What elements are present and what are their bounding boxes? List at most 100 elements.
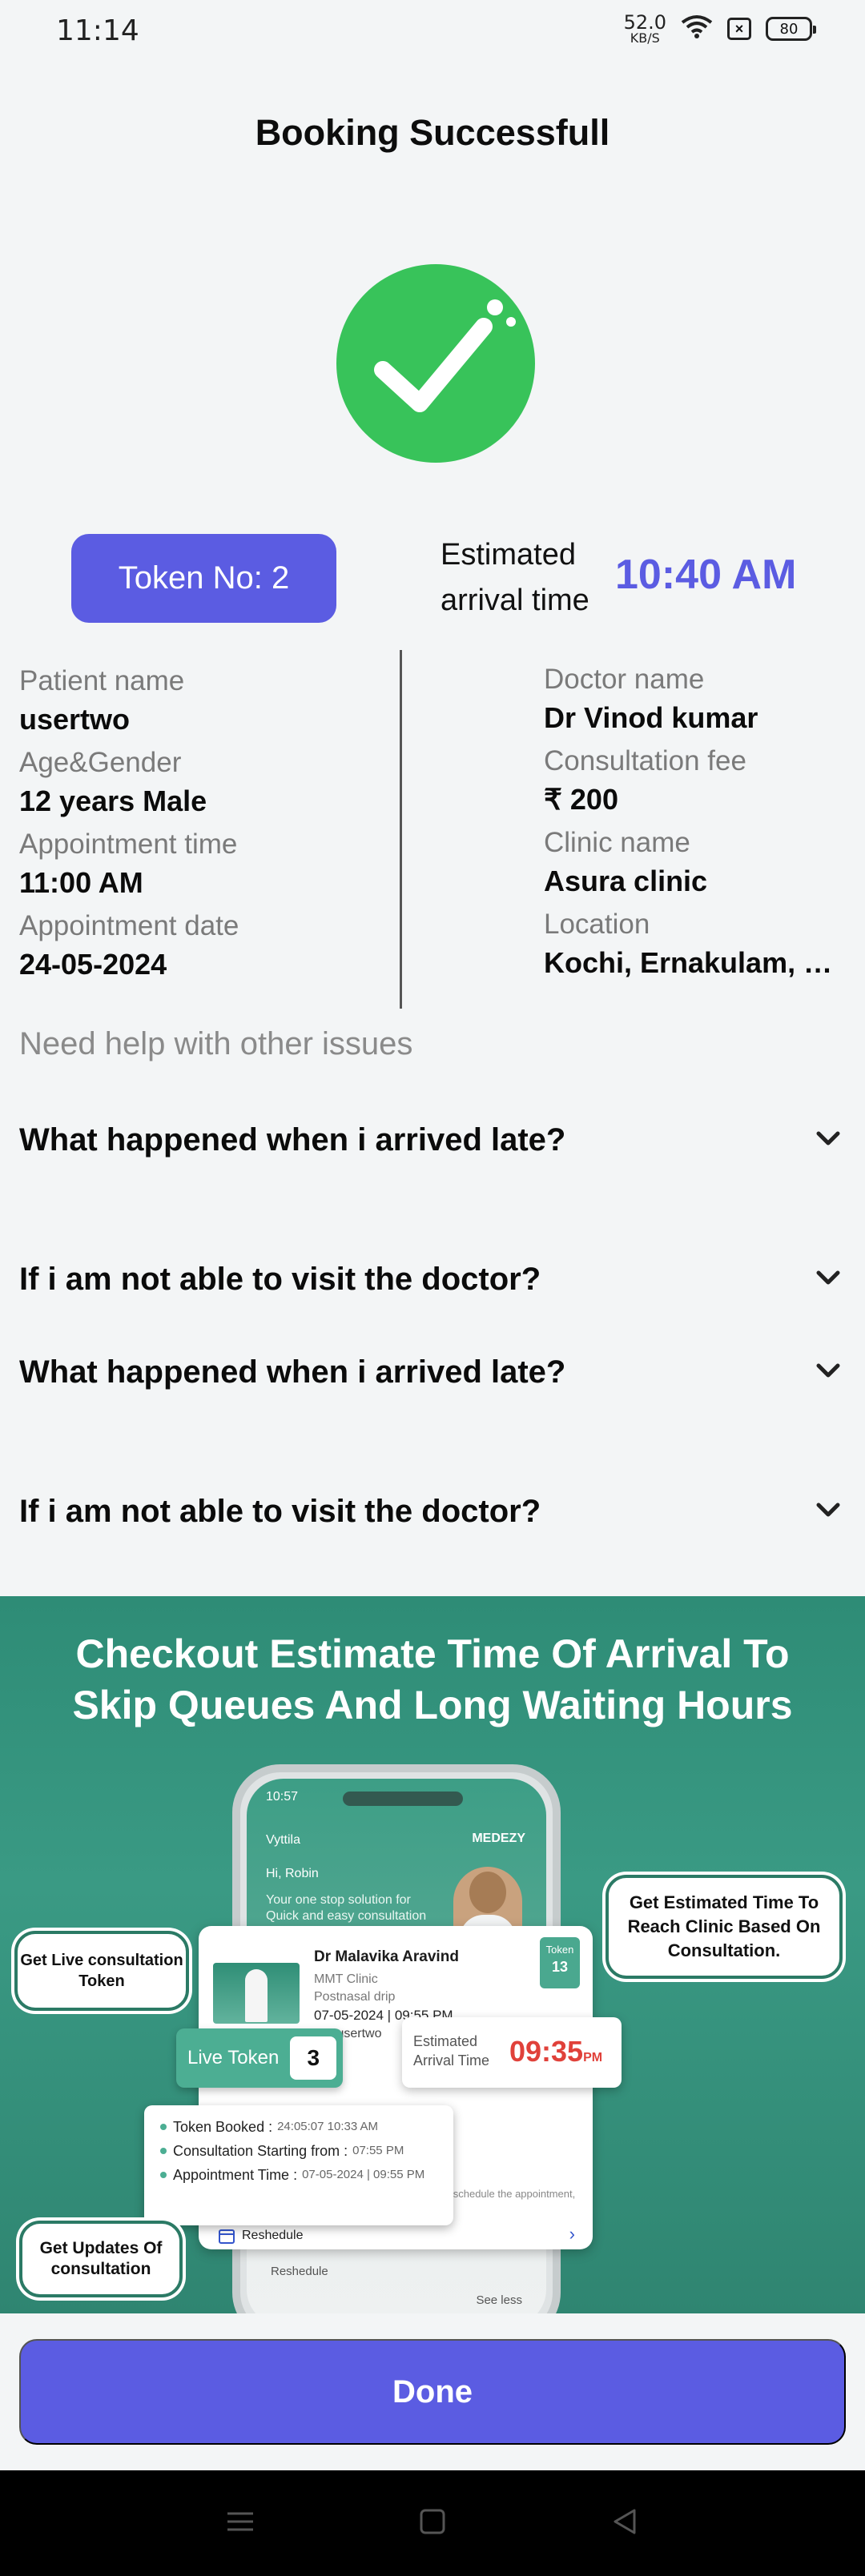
chevron-right-icon: › — [569, 2224, 575, 2244]
card-token-label: Token — [545, 1944, 574, 1956]
detail-label: Appointment date — [19, 910, 239, 941]
detail-label: Consultation fee — [544, 745, 746, 776]
detail-value: 12 years Male — [19, 784, 207, 817]
faq-question: What happened when i arrived late? — [19, 1122, 566, 1158]
detail-label: Appointment time — [19, 829, 238, 860]
callout-live-token: Get Live consultation Token — [14, 1931, 189, 2011]
page-title: Booking Successfull — [255, 112, 610, 153]
callout-eta: Get Estimated Time To Reach Clinic Based… — [606, 1875, 843, 1979]
card-token-badge: Token 13 — [540, 1937, 580, 1988]
detail-value: usertwo — [19, 703, 131, 736]
network-speed: 52.0 KB/S — [624, 13, 666, 45]
detail-value: Asura clinic — [544, 865, 708, 897]
done-button[interactable]: Done — [19, 2339, 846, 2445]
phone-notch — [343, 1792, 463, 1806]
timeline-value: 07:55 PM — [352, 2144, 404, 2157]
banner-headline-line2: Skip Queues And Long Waiting Hours — [72, 1683, 793, 1727]
patient-name-row: Patient name usertwo — [19, 663, 388, 740]
faq-question: What happened when i arrived late? — [19, 1354, 566, 1390]
battery-icon: 80 — [766, 17, 816, 41]
faq-item[interactable]: If i am not able to visit the doctor? — [19, 1260, 846, 1299]
callout-updates: Get Updates Of consultation — [19, 2221, 183, 2297]
detail-value: Kochi, Ernakulam, K… — [544, 946, 848, 979]
success-check-icon — [336, 264, 535, 463]
bullet-icon — [160, 2124, 167, 2130]
location-row: Location Kochi, Ernakulam, K… — [544, 906, 848, 983]
appointment-date-row: Appointment date 24-05-2024 — [19, 908, 388, 985]
status-time: 11:14 — [56, 14, 139, 47]
eta-card: Estimated Arrival Time 09:35PM — [402, 2017, 622, 2088]
banner-headline-line1: Checkout Estimate Time Of Arrival To — [75, 1631, 790, 1676]
clinic-name-row: Clinic name Asura clinic — [544, 825, 848, 901]
eta-label: Estimated arrival time — [441, 538, 589, 617]
phone-time: 10:57 — [266, 1790, 299, 1804]
detail-value: Dr Vinod kumar — [544, 701, 758, 734]
timeline-item: Token Booked : 24:05:07 10:33 AM — [160, 2115, 453, 2139]
card-doctor-name: Dr Malavika Aravind — [314, 1948, 459, 1965]
status-icons: 52.0 KB/S × 80 — [624, 13, 816, 45]
timeline-value: 24:05:07 10:33 AM — [277, 2120, 379, 2133]
calendar-icon — [219, 2229, 235, 2244]
live-token-label: Live Token — [187, 2047, 280, 2068]
detail-label: Age&Gender — [19, 747, 182, 778]
faq-item[interactable]: If i am not able to visit the doctor? — [19, 1492, 846, 1531]
phone-tagline: Your one stop solution for Quick and eas… — [266, 1893, 427, 1923]
detail-label: Doctor name — [544, 664, 705, 695]
phone-greeting: Hi, Robin — [266, 1867, 319, 1880]
timeline-label: Token Booked : — [173, 2119, 273, 2135]
appointment-time-row: Appointment time 11:00 AM — [19, 826, 388, 903]
faq-item[interactable]: What happened when i arrived late? — [19, 1121, 846, 1160]
phone-brand-logo: MEDEZY — [472, 1832, 525, 1845]
wifi-icon — [681, 14, 713, 44]
home-icon[interactable] — [415, 2504, 450, 2543]
detail-value: ₹ 200 — [544, 783, 618, 816]
timeline-label: Appointment Time : — [173, 2167, 298, 2183]
banner-headline: Checkout Estimate Time Of Arrival To Ski… — [0, 1628, 865, 1731]
chevron-down-icon[interactable] — [811, 1260, 846, 1299]
chevron-down-icon[interactable] — [811, 1492, 846, 1531]
booking-details-right: Doctor name Dr Vinod kumar Consultation … — [544, 661, 848, 988]
token-number-badge: Token No: 2 — [71, 534, 336, 623]
doctor-name-row: Doctor name Dr Vinod kumar — [544, 661, 848, 738]
detail-value: 24-05-2024 — [19, 948, 167, 981]
timeline-card: Token Booked : 24:05:07 10:33 AM Consulta… — [144, 2105, 453, 2225]
detail-label: Patient name — [19, 665, 185, 696]
phone-see-less: See less — [476, 2293, 522, 2307]
card-token-number: 13 — [551, 1959, 569, 1975]
detail-value: 11:00 AM — [19, 866, 143, 899]
chevron-down-icon[interactable] — [811, 1353, 846, 1392]
detail-label: Location — [544, 909, 650, 940]
details-divider — [400, 650, 402, 1009]
consultation-fee-row: Consultation fee ₹ 200 — [544, 743, 848, 820]
age-gender-row: Age&Gender 12 years Male — [19, 744, 388, 821]
menu-icon[interactable] — [223, 2504, 258, 2543]
bullet-icon — [160, 2148, 167, 2154]
booking-details-left: Patient name usertwo Age&Gender 12 years… — [19, 663, 388, 989]
faq-question: If i am not able to visit the doctor? — [19, 1262, 541, 1297]
back-icon[interactable] — [607, 2504, 642, 2543]
live-token-badge: Live Token 3 — [176, 2028, 343, 2088]
help-section-title: Need help with other issues — [19, 1026, 413, 1061]
timeline-value: 07-05-2024 | 09:55 PM — [302, 2168, 425, 2181]
phone-location: Vyttila — [266, 1833, 300, 1847]
eta-card-value: 09:35PM — [509, 2035, 602, 2068]
card-clinic: MMT Clinic — [314, 1972, 378, 1986]
no-sim-icon: × — [727, 18, 751, 40]
faq-item[interactable]: What happened when i arrived late? — [19, 1353, 846, 1392]
card-reschedule-label: Reshedule — [242, 2229, 304, 2242]
eta-card-label: Estimated Arrival Time — [413, 2033, 490, 2068]
system-nav-bar — [0, 2470, 865, 2576]
timeline-label: Consultation Starting from : — [173, 2143, 348, 2159]
eta-promo-banner[interactable]: Checkout Estimate Time Of Arrival To Ski… — [0, 1596, 865, 2313]
card-reschedule: Reshedule — [218, 2227, 304, 2245]
chevron-down-icon[interactable] — [811, 1121, 846, 1160]
detail-label: Clinic name — [544, 827, 690, 858]
timeline-item: Consultation Starting from : 07:55 PM — [160, 2139, 453, 2163]
phone-reschedule: Reshedule — [271, 2265, 328, 2278]
eta-card-suffix: PM — [583, 2051, 603, 2064]
eta-value: 10:40 AM — [615, 552, 797, 598]
network-speed-unit: KB/S — [630, 30, 660, 46]
network-speed-value: 52.0 — [623, 11, 666, 34]
bullet-icon — [160, 2172, 167, 2178]
eta-card-time: 09:35 — [509, 2035, 584, 2068]
